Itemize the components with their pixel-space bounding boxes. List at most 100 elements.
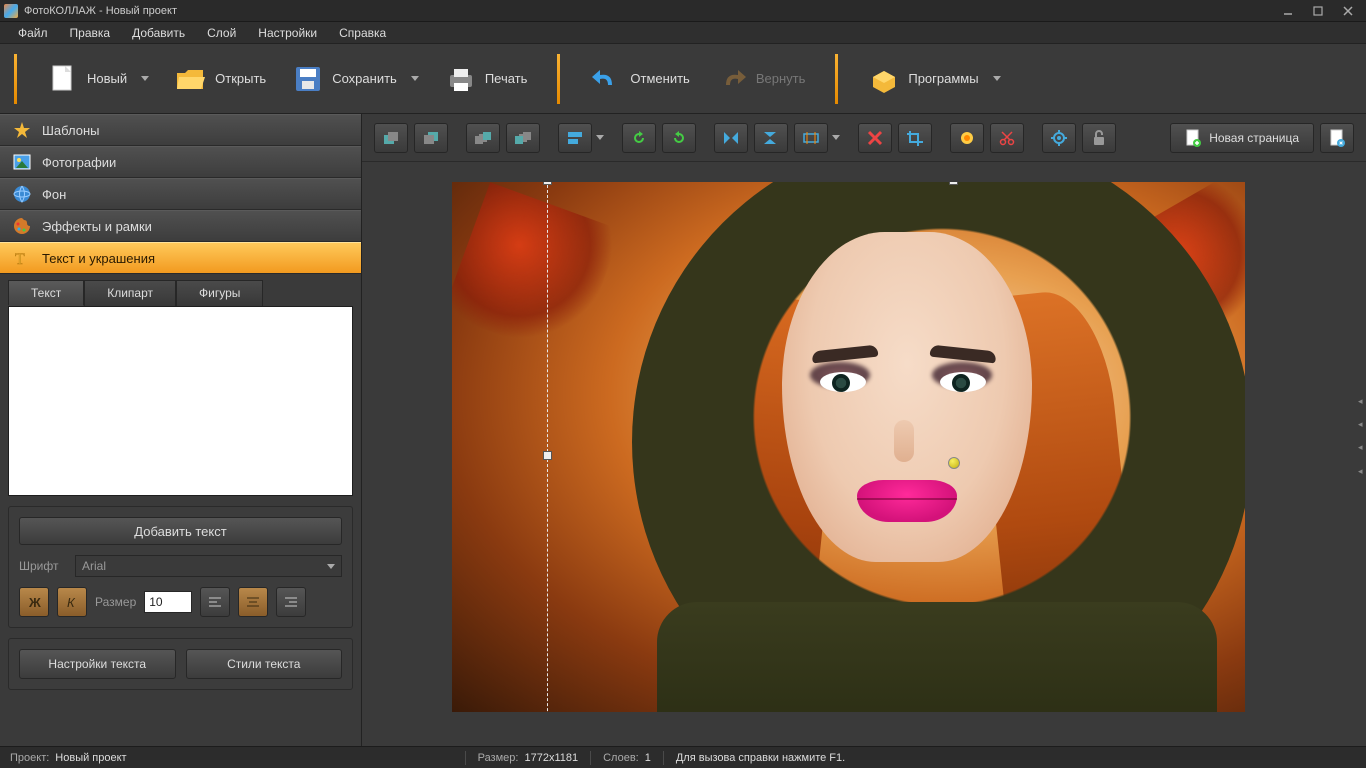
redo-button[interactable]: Вернуть	[706, 57, 816, 101]
text-preview	[8, 306, 353, 496]
add-text-button[interactable]: Добавить текст	[19, 517, 342, 545]
effects-button[interactable]	[950, 123, 984, 153]
canvas-viewport[interactable]: ◂◂◂◂	[362, 162, 1366, 746]
open-button[interactable]: Открыть	[165, 57, 276, 101]
page-settings-button[interactable]	[1320, 123, 1354, 153]
align-left-button[interactable]	[200, 587, 230, 617]
size-field[interactable]: 10	[144, 591, 192, 613]
menubar: Файл Правка Добавить Слой Настройки Спра…	[0, 22, 1366, 44]
bold-button[interactable]: Ж	[19, 587, 49, 617]
chevron-down-icon[interactable]	[832, 135, 840, 140]
save-icon	[292, 63, 324, 95]
maximize-button[interactable]	[1304, 3, 1332, 19]
resize-handle[interactable]	[543, 451, 552, 460]
folder-open-icon	[175, 63, 207, 95]
programs-button[interactable]: Программы	[858, 57, 1010, 101]
menu-edit[interactable]: Правка	[60, 24, 121, 42]
tab-shapes[interactable]: Фигуры	[176, 280, 263, 306]
redo-icon	[716, 63, 748, 95]
fit-button[interactable]	[794, 123, 828, 153]
sidebar-item-label: Фотографии	[42, 155, 116, 170]
resize-handle[interactable]	[543, 182, 552, 185]
sidebar-item-label: Фон	[42, 187, 66, 202]
tab-clipart[interactable]: Клипарт	[84, 280, 176, 306]
status-layers-value: 1	[645, 752, 651, 764]
sidebar-item-photos[interactable]: Фотографии	[0, 146, 361, 178]
text-settings-button[interactable]: Настройки текста	[19, 649, 176, 679]
status-size-value: 1772x1181	[524, 752, 578, 764]
rotate-left-button[interactable]	[622, 123, 656, 153]
main-toolbar: Новый Открыть Сохранить Печать Отме	[0, 44, 1366, 114]
italic-button[interactable]: К	[57, 587, 87, 617]
page-add-icon	[1185, 129, 1201, 147]
new-file-icon	[47, 63, 79, 95]
globe-icon	[12, 184, 32, 204]
align-button[interactable]	[558, 123, 592, 153]
send-backward-button[interactable]	[414, 123, 448, 153]
status-project-value: Новый проект	[55, 752, 126, 764]
panel-collapse-handle[interactable]: ◂◂◂◂	[1358, 396, 1364, 476]
toolbar-separator	[557, 54, 560, 104]
print-icon	[445, 63, 477, 95]
canvas-area: Новая страница	[362, 114, 1366, 746]
print-button[interactable]: Печать	[435, 57, 538, 101]
chevron-down-icon	[327, 564, 335, 569]
tab-text[interactable]: Текст	[8, 280, 84, 306]
to-front-button[interactable]	[466, 123, 500, 153]
text-panel: Текст Клипарт Фигуры Добавить текст Шриф…	[0, 274, 361, 746]
flip-h-button[interactable]	[714, 123, 748, 153]
save-button[interactable]: Сохранить	[282, 57, 429, 101]
settings-button[interactable]	[1042, 123, 1076, 153]
new-button[interactable]: Новый	[37, 57, 159, 101]
status-help-hint: Для вызова справки нажмите F1.	[676, 752, 845, 764]
chevron-down-icon	[993, 76, 1001, 81]
undo-icon	[590, 63, 622, 95]
lock-button[interactable]	[1082, 123, 1116, 153]
minimize-button[interactable]	[1274, 3, 1302, 19]
to-back-button[interactable]	[506, 123, 540, 153]
sidebar-item-label: Текст и украшения	[42, 251, 155, 266]
rotate-right-button[interactable]	[662, 123, 696, 153]
font-label: Шрифт	[19, 559, 67, 573]
menu-layer[interactable]: Слой	[197, 24, 246, 42]
toolbar-separator	[14, 54, 17, 104]
delete-button[interactable]	[858, 123, 892, 153]
toolbar-separator	[835, 54, 838, 104]
close-button[interactable]	[1334, 3, 1362, 19]
box-icon	[868, 63, 900, 95]
chevron-down-icon	[141, 76, 149, 81]
canvas[interactable]	[452, 182, 1245, 712]
new-page-button[interactable]: Новая страница	[1170, 123, 1314, 153]
status-layers-label: Слоев:	[603, 752, 639, 764]
menu-settings[interactable]: Настройки	[248, 24, 327, 42]
align-center-button[interactable]	[238, 587, 268, 617]
menu-help[interactable]: Справка	[329, 24, 396, 42]
font-select[interactable]: Arial	[75, 555, 342, 577]
sidebar: Шаблоны Фотографии Фон Эффекты и рамки T…	[0, 114, 362, 746]
toolbelt: Новая страница	[362, 114, 1366, 162]
align-right-button[interactable]	[276, 587, 306, 617]
app-icon	[4, 4, 18, 18]
sidebar-item-background[interactable]: Фон	[0, 178, 361, 210]
menu-file[interactable]: Файл	[8, 24, 58, 42]
text-styles-button[interactable]: Стили текста	[186, 649, 343, 679]
bring-forward-button[interactable]	[374, 123, 408, 153]
flip-v-button[interactable]	[754, 123, 788, 153]
svg-text:T: T	[15, 251, 25, 267]
size-label: Размер	[95, 595, 136, 609]
menu-add[interactable]: Добавить	[122, 24, 195, 42]
status-size-label: Размер:	[478, 752, 519, 764]
crop-button[interactable]	[898, 123, 932, 153]
statusbar: Проект: Новый проект Размер: 1772x1181 С…	[0, 746, 1366, 768]
undo-button[interactable]: Отменить	[580, 57, 699, 101]
status-project-label: Проект:	[10, 752, 49, 764]
chevron-down-icon[interactable]	[596, 135, 604, 140]
window-title: ФотоКОЛЛАЖ - Новый проект	[24, 5, 177, 17]
sidebar-item-effects[interactable]: Эффекты и рамки	[0, 210, 361, 242]
cut-button[interactable]	[990, 123, 1024, 153]
text-icon: T	[12, 248, 32, 268]
sidebar-item-templates[interactable]: Шаблоны	[0, 114, 361, 146]
star-icon	[12, 120, 32, 140]
svg-text:Ж: Ж	[28, 595, 41, 609]
sidebar-item-text[interactable]: T Текст и украшения	[0, 242, 361, 274]
